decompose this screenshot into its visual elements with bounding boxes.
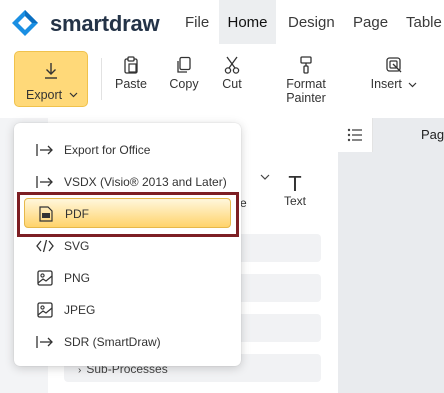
canvas-area[interactable] (338, 118, 444, 393)
copy-label: Copy (169, 77, 199, 91)
png-label: PNG (64, 271, 91, 285)
scissors-icon (224, 56, 240, 74)
pdf-file-icon (39, 206, 53, 222)
brand-name: smartdraw (50, 11, 160, 36)
menu-page[interactable]: Page (353, 0, 388, 44)
paintbrush-icon (300, 56, 312, 74)
smartdraw-logo-icon (12, 10, 38, 36)
tool-label-partial: e (240, 196, 247, 210)
chevron-down-icon[interactable] (260, 172, 270, 183)
insert-label: Insert (370, 77, 402, 91)
cut-label: Cut (222, 77, 242, 91)
jpeg-label: JPEG (64, 303, 96, 317)
paste-button[interactable]: Paste (114, 56, 148, 91)
menu-file[interactable]: File (185, 0, 209, 44)
export-for-office-item[interactable]: Export for Office (14, 135, 241, 165)
png-item[interactable]: PNG (14, 263, 241, 293)
sdr-item[interactable]: SDR (SmartDraw) (14, 327, 241, 357)
image-icon (37, 302, 53, 318)
ribbon-toolbar: Export Paste Copy Cut Format Painter Ins… (0, 44, 444, 119)
text-tool-button[interactable]: T Text (284, 174, 306, 208)
code-icon (36, 239, 54, 253)
vsdx-item[interactable]: VSDX (Visio® 2013 and Later) (14, 167, 241, 197)
pdf-label: PDF (65, 207, 89, 221)
menu-table[interactable]: Table (406, 0, 442, 44)
cut-button[interactable]: Cut (220, 56, 244, 91)
clipboard-icon (124, 56, 138, 74)
export-button[interactable]: Export (14, 51, 88, 107)
export-arrow-icon (36, 144, 53, 156)
insert-button[interactable]: Insert (368, 56, 420, 91)
vsdx-label: VSDX (Visio® 2013 and Later) (64, 175, 227, 189)
format-painter-label: Format Painter (286, 77, 326, 105)
jpeg-item[interactable]: JPEG (14, 295, 241, 325)
text-t-icon: T (288, 172, 302, 196)
copy-icon (177, 56, 191, 73)
menu-bar: smartdraw File Home Design Page Table (0, 0, 444, 44)
svg-item[interactable]: SVG (14, 231, 241, 261)
download-icon (45, 63, 57, 79)
canvas-list-button[interactable] (338, 118, 373, 152)
paste-label: Paste (115, 77, 147, 91)
text-tool-label: Text (284, 194, 307, 208)
export-dropdown-menu: Export for Office VSDX (Visio® 2013 and … (14, 123, 241, 366)
list-icon (347, 128, 362, 142)
chevron-down-icon (69, 92, 78, 98)
page-tab-label[interactable]: Pag (421, 127, 444, 142)
pdf-item[interactable]: PDF (24, 198, 231, 228)
insert-icon (386, 57, 402, 73)
format-painter-button[interactable]: Format Painter (265, 56, 347, 105)
chevron-down-icon (408, 82, 417, 88)
menu-home[interactable]: Home (219, 0, 276, 44)
copy-button[interactable]: Copy (168, 56, 200, 91)
ribbon-separator (101, 58, 102, 100)
export-label: Export (26, 88, 63, 102)
chevron-right-icon: › (78, 365, 82, 376)
export-for-office-label: Export for Office (64, 143, 151, 157)
export-arrow-icon (36, 336, 53, 348)
sdr-label: SDR (SmartDraw) (64, 335, 161, 349)
svg-label: SVG (64, 239, 90, 253)
menu-design[interactable]: Design (288, 0, 335, 44)
export-arrow-icon (36, 176, 53, 188)
image-icon (37, 270, 53, 286)
